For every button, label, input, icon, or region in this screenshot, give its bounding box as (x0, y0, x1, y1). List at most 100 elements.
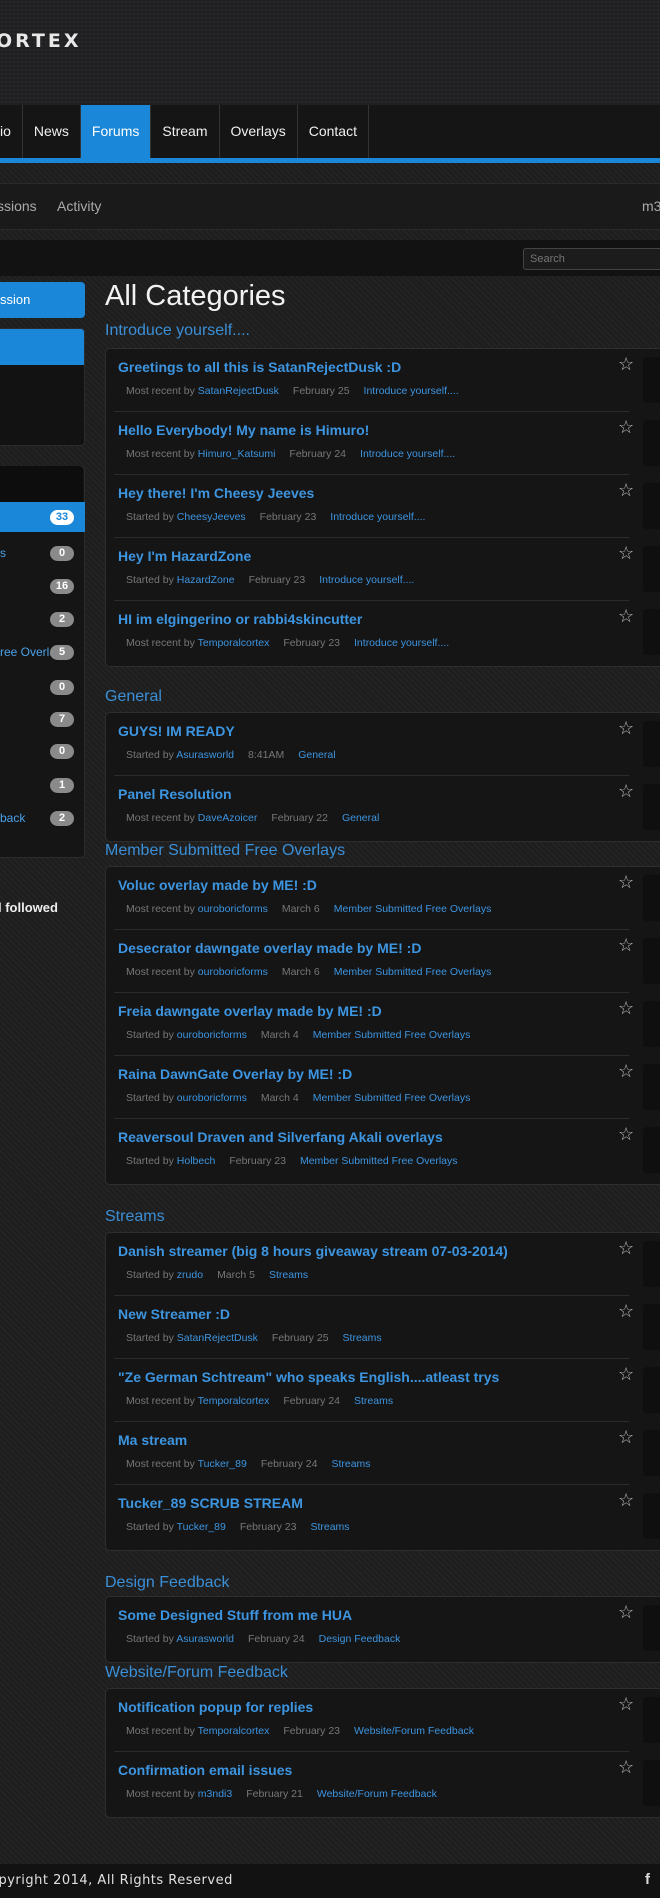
meta-category-link[interactable]: Website/Forum Feedback (354, 1725, 474, 1737)
star-icon[interactable]: ☆ (618, 718, 634, 739)
nav-tab-contact[interactable]: Contact (298, 105, 369, 158)
discussion-title[interactable]: Reaversoul Draven and Silverfang Akali o… (118, 1129, 443, 1145)
meta-user-link[interactable]: HazardZone (177, 574, 235, 586)
nav-tab-overlays[interactable]: Overlays (220, 105, 298, 158)
star-icon[interactable]: ☆ (618, 1301, 634, 1322)
meta-user-link[interactable]: Tucker_89 (198, 1458, 247, 1470)
discussion-title[interactable]: Tucker_89 SCRUB STREAM (118, 1495, 303, 1511)
discussion-title[interactable]: Panel Resolution (118, 786, 232, 802)
star-icon[interactable]: ☆ (618, 1124, 634, 1145)
meta-category-link[interactable]: Introduce yourself.... (319, 574, 414, 586)
meta-user-link[interactable]: Temporalcortex (198, 1725, 270, 1737)
discussion-title[interactable]: Greetings to all this is SatanRejectDusk… (118, 359, 401, 375)
discussion-item[interactable]: GUYS! IM READY Started by Asurasworld 8:41… (106, 715, 636, 775)
meta-user-link[interactable]: ouroboricforms (177, 1092, 247, 1104)
meta-category-link[interactable]: Website/Forum Feedback (317, 1788, 437, 1800)
meta-category-link[interactable]: Member Submitted Free Overlays (300, 1155, 458, 1167)
sidebar-category-item[interactable]: back 2 (0, 803, 85, 833)
discussion-title[interactable]: Notification popup for replies (118, 1699, 313, 1715)
discussion-title[interactable]: Confirmation email issues (118, 1762, 292, 1778)
meta-category-link[interactable]: Streams (343, 1332, 382, 1344)
category-heading[interactable]: General (105, 688, 162, 706)
star-icon[interactable]: ☆ (618, 606, 634, 627)
meta-category-link[interactable]: Member Submitted Free Overlays (313, 1029, 471, 1041)
nav-tab-stream[interactable]: Stream (151, 105, 220, 158)
sidebar-category-item[interactable]: 0 (0, 672, 85, 702)
meta-user-link[interactable]: zrudo (177, 1269, 203, 1281)
meta-user-link[interactable]: m3ndi3 (198, 1788, 232, 1800)
star-icon[interactable]: ☆ (618, 417, 634, 438)
meta-user-link[interactable]: ouroboricforms (177, 1029, 247, 1041)
meta-user-link[interactable]: ouroboricforms (198, 903, 268, 915)
sidebar-category-item[interactable]: 16 (0, 571, 85, 601)
sidebar-category-item[interactable]: ree Overlays 5 (0, 637, 85, 667)
meta-category-link[interactable]: Introduce yourself.... (354, 637, 449, 649)
discussion-title[interactable]: Ma stream (118, 1432, 187, 1448)
meta-category-link[interactable]: Member Submitted Free Overlays (334, 903, 492, 915)
discussion-title[interactable]: Desecrator dawngate overlay made by ME! … (118, 940, 421, 956)
star-icon[interactable]: ☆ (618, 1364, 634, 1385)
discussion-item[interactable]: Confirmation email issues Most recent by … (106, 1754, 636, 1814)
nav-tab-radio[interactable]: io (0, 105, 23, 158)
category-heading[interactable]: Member Submitted Free Overlays (105, 842, 345, 860)
meta-category-link[interactable]: Introduce yourself.... (360, 448, 455, 460)
star-icon[interactable]: ☆ (618, 1490, 634, 1511)
subnav-discussions[interactable]: ssions (0, 198, 37, 214)
sidebar-category-item[interactable]: 0 (0, 736, 85, 766)
discussion-item[interactable]: Danish streamer (big 8 hours giveaway st… (106, 1235, 636, 1295)
meta-category-link[interactable]: Streams (354, 1395, 393, 1407)
star-icon[interactable]: ☆ (618, 1061, 634, 1082)
star-icon[interactable]: ☆ (618, 1238, 634, 1259)
discussion-title[interactable]: Danish streamer (big 8 hours giveaway st… (118, 1243, 508, 1259)
discussion-item[interactable]: Hello Everybody! My name is Himuro! Most … (106, 414, 636, 474)
meta-user-link[interactable]: Tucker_89 (177, 1521, 226, 1533)
star-icon[interactable]: ☆ (618, 1427, 634, 1448)
discussion-item[interactable]: Tucker_89 SCRUB STREAM Started by Tucker_… (106, 1487, 636, 1547)
discussion-title[interactable]: Raina DawnGate Overlay by ME! :D (118, 1066, 352, 1082)
discussion-item[interactable]: "Ze German Schtream" who speaks English.… (106, 1361, 636, 1421)
sidebar-category-item[interactable]: 7 (0, 704, 85, 734)
category-heading[interactable]: Streams (105, 1208, 165, 1226)
discussion-title[interactable]: Some Designed Stuff from me HUA (118, 1607, 352, 1623)
star-icon[interactable]: ☆ (618, 781, 634, 802)
star-icon[interactable]: ☆ (618, 354, 634, 375)
meta-category-link[interactable]: Introduce yourself.... (364, 385, 459, 397)
discussion-item[interactable]: Hey there! I'm Cheesy Jeeves Started by C… (106, 477, 636, 537)
discussion-item[interactable]: Notification popup for replies Most recen… (106, 1691, 636, 1751)
meta-user-link[interactable]: Himuro_Katsumi (198, 448, 276, 460)
discussion-title[interactable]: HI im elgingerino or rabbi4skincutter (118, 611, 362, 627)
meta-category-link[interactable]: Design Feedback (319, 1633, 401, 1645)
facebook-icon[interactable]: f (645, 1871, 650, 1888)
meta-category-link[interactable]: Streams (269, 1269, 308, 1281)
sidebar-category-item[interactable]: 33 (0, 502, 85, 532)
nav-tab-forums[interactable]: Forums (80, 105, 152, 158)
meta-category-link[interactable]: Member Submitted Free Overlays (313, 1092, 471, 1104)
star-icon[interactable]: ☆ (618, 480, 634, 501)
star-icon[interactable]: ☆ (618, 935, 634, 956)
discussion-title[interactable]: Hey I'm HazardZone (118, 548, 251, 564)
discussion-item[interactable]: Panel Resolution Most recent by DaveAzoic… (106, 778, 636, 838)
meta-user-link[interactable]: Asurasworld (176, 1633, 234, 1645)
discussion-item[interactable]: Ma stream Most recent by Tucker_89 Februar… (106, 1424, 636, 1484)
meta-category-link[interactable]: General (298, 749, 335, 761)
meta-user-link[interactable]: Asurasworld (176, 749, 234, 761)
meta-user-link[interactable]: SatanRejectDusk (198, 385, 279, 397)
sidebar-category-item[interactable]: 2 (0, 604, 85, 634)
followed-filter[interactable]: l followed (0, 900, 58, 915)
subnav-user[interactable]: m3 (642, 198, 660, 214)
discussion-item[interactable]: Raina DawnGate Overlay by ME! :D Started … (106, 1058, 636, 1118)
meta-category-link[interactable]: Member Submitted Free Overlays (334, 966, 492, 978)
discussion-item[interactable]: Hey I'm HazardZone Started by HazardZone F… (106, 540, 636, 600)
meta-user-link[interactable]: Holbech (177, 1155, 216, 1167)
meta-user-link[interactable]: DaveAzoicer (198, 812, 258, 824)
discussion-title[interactable]: Hey there! I'm Cheesy Jeeves (118, 485, 314, 501)
discussion-item[interactable]: Some Designed Stuff from me HUA Started b… (106, 1599, 636, 1659)
star-icon[interactable]: ☆ (618, 1757, 634, 1778)
discussion-item[interactable]: New Streamer :D Started by SatanRejectDus… (106, 1298, 636, 1358)
site-logo[interactable]: ORTEX (0, 30, 82, 52)
meta-category-link[interactable]: General (342, 812, 379, 824)
meta-user-link[interactable]: ouroboricforms (198, 966, 268, 978)
search-input[interactable] (523, 248, 660, 270)
discussion-item[interactable]: HI im elgingerino or rabbi4skincutter Mos… (106, 603, 636, 663)
meta-user-link[interactable]: SatanRejectDusk (177, 1332, 258, 1344)
